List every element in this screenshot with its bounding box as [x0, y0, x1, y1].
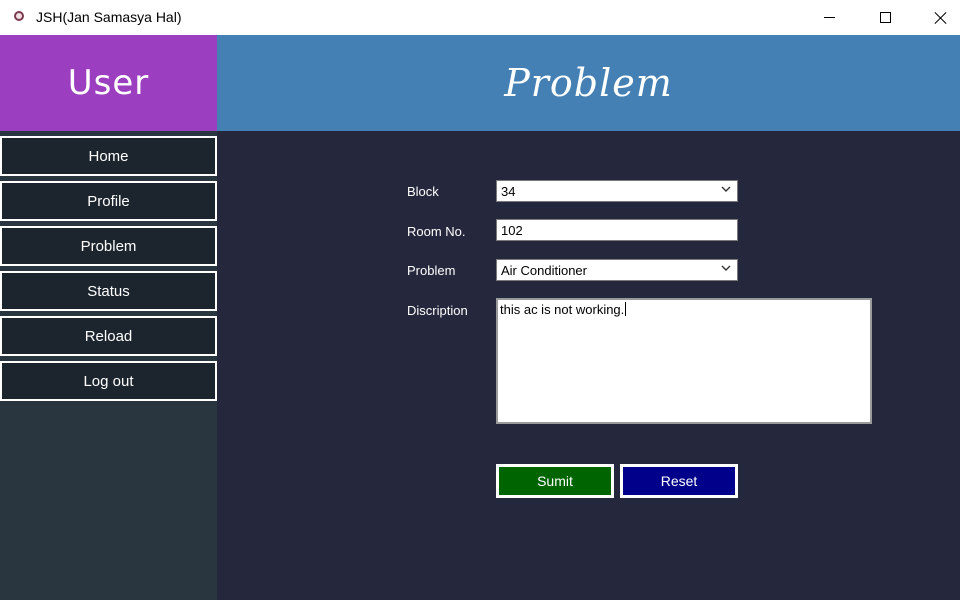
chevron-down-icon	[721, 186, 731, 192]
page-header: Problem	[217, 35, 960, 131]
minimize-icon	[823, 17, 835, 18]
user-label: User	[67, 63, 150, 103]
maximize-icon	[879, 12, 891, 23]
sidebar-item-logout[interactable]: Log out	[0, 361, 217, 401]
room-input[interactable]: 102	[496, 219, 738, 241]
window-title: JSH(Jan Samasya Hal)	[36, 9, 182, 25]
sidebar-item-reload[interactable]: Reload	[0, 316, 217, 356]
sidebar-item-profile[interactable]: Profile	[0, 181, 217, 221]
block-label: Block	[407, 184, 439, 199]
sidebar-item-status[interactable]: Status	[0, 271, 217, 311]
description-label: Discription	[407, 303, 468, 318]
block-value: 34	[501, 184, 516, 199]
window-titlebar: JSH(Jan Samasya Hal)	[0, 0, 960, 35]
reset-button[interactable]: Reset	[620, 464, 738, 498]
submit-button[interactable]: Sumit	[496, 464, 614, 498]
description-textarea[interactable]: this ac is not working.	[496, 298, 872, 424]
block-select[interactable]: 34	[496, 180, 738, 202]
description-text: this ac is not working.	[500, 302, 625, 317]
chevron-down-icon	[721, 265, 731, 271]
page-title: Problem	[504, 61, 673, 105]
problem-label: Problem	[407, 263, 456, 278]
problem-select[interactable]: Air Conditioner	[496, 259, 738, 281]
sidebar: Home Profile Problem Status Reload Log o…	[0, 131, 217, 600]
sidebar-item-home[interactable]: Home	[0, 136, 217, 176]
text-cursor	[625, 302, 627, 316]
maximize-button[interactable]	[862, 0, 908, 35]
problem-form: Block 34 Room No. 102 Problem Air Condit…	[217, 131, 960, 600]
sidebar-item-problem[interactable]: Problem	[0, 226, 217, 266]
close-icon	[934, 11, 948, 25]
app-icon	[14, 11, 24, 21]
room-label: Room No.	[407, 224, 466, 239]
close-button[interactable]	[918, 0, 960, 35]
user-header: User	[0, 35, 217, 131]
problem-value: Air Conditioner	[501, 263, 587, 278]
minimize-button[interactable]	[806, 0, 852, 35]
